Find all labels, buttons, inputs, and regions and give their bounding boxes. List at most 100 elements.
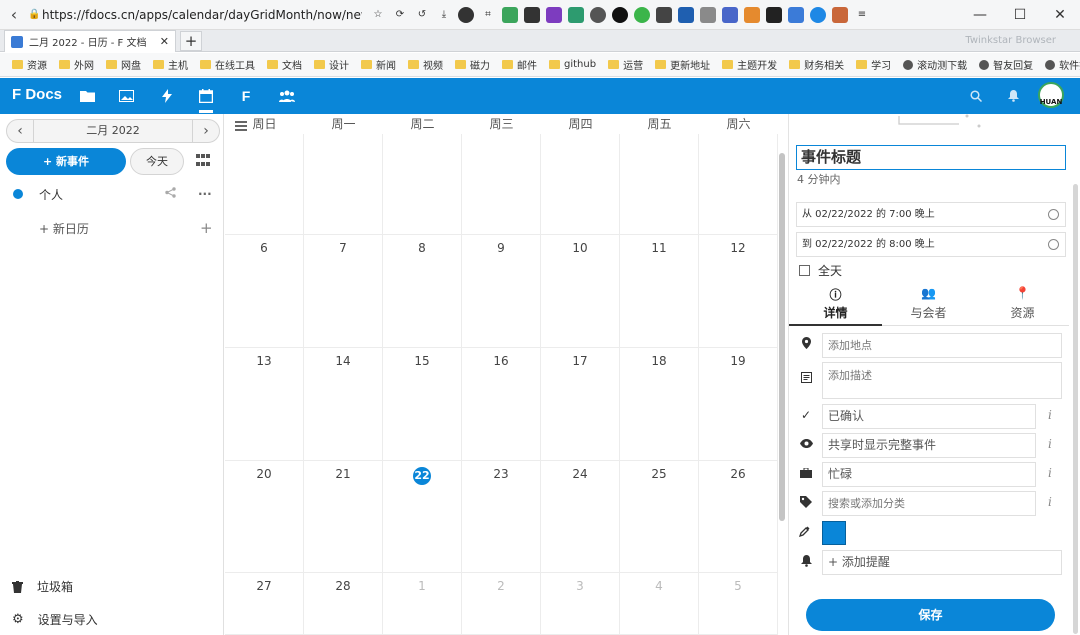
- crop-icon[interactable]: ⌗: [480, 7, 496, 23]
- search-icon[interactable]: [966, 86, 986, 106]
- day-cell[interactable]: 1: [383, 573, 462, 635]
- address-bar[interactable]: https://fdocs.cn/apps/calendar/dayGridMo…: [42, 8, 362, 22]
- day-cell[interactable]: [462, 134, 541, 235]
- notification-bell-icon[interactable]: [1003, 86, 1023, 106]
- day-cell[interactable]: 7: [304, 235, 383, 348]
- all-day-checkbox[interactable]: [799, 265, 810, 276]
- day-cell[interactable]: 23: [462, 461, 541, 573]
- day-cell[interactable]: 19: [699, 348, 778, 461]
- bookmark-item[interactable]: 智友回复: [979, 57, 1033, 72]
- day-cell[interactable]: 21: [304, 461, 383, 573]
- location-input[interactable]: 添加地点: [822, 333, 1062, 358]
- extension-icon[interactable]: [458, 6, 474, 23]
- day-cell[interactable]: 24: [541, 461, 620, 573]
- event-start-datetime[interactable]: 从 02/22/2022 的 7:00 晚上: [796, 202, 1066, 227]
- settings-link[interactable]: ⚙ 设置与导入: [12, 611, 98, 628]
- minimize-icon[interactable]: —: [960, 0, 1000, 30]
- today-button[interactable]: 今天: [130, 148, 184, 175]
- day-cell[interactable]: 22: [383, 461, 462, 573]
- day-cell[interactable]: 5: [699, 573, 778, 635]
- bookmark-item[interactable]: 滚动测下载: [903, 57, 967, 72]
- bookmark-item[interactable]: 文档: [267, 57, 302, 72]
- extension-icon[interactable]: [678, 6, 694, 23]
- status-select[interactable]: 已确认: [822, 404, 1036, 429]
- docs-icon[interactable]: F: [236, 86, 256, 106]
- day-cell[interactable]: 6: [225, 235, 304, 348]
- bookmark-item[interactable]: 新闻: [361, 57, 396, 72]
- save-button[interactable]: 保存: [806, 599, 1055, 631]
- extension-icon[interactable]: [788, 6, 804, 23]
- lightning-icon[interactable]: [157, 86, 177, 106]
- day-cell[interactable]: 28: [304, 573, 383, 635]
- bookmark-item[interactable]: 更新地址: [655, 57, 710, 72]
- extension-icon[interactable]: [546, 6, 562, 23]
- day-cell[interactable]: 20: [225, 461, 304, 573]
- image-icon[interactable]: [116, 86, 136, 106]
- day-cell[interactable]: 15: [383, 348, 462, 461]
- new-calendar-label[interactable]: + 新日历: [39, 220, 89, 237]
- close-tab-icon[interactable]: ✕: [160, 35, 169, 48]
- trash-link[interactable]: 垃圾箱: [12, 578, 73, 595]
- tab-attendees[interactable]: 👥 与会者: [882, 284, 975, 326]
- extension-icon[interactable]: [832, 6, 848, 23]
- bookmark-item[interactable]: 学习: [856, 57, 891, 72]
- day-cell[interactable]: 17: [541, 348, 620, 461]
- all-day-toggle[interactable]: 全天: [799, 262, 842, 279]
- calendar-scrollbar[interactable]: [779, 153, 785, 521]
- month-label[interactable]: 二月 2022: [33, 120, 193, 142]
- event-color-swatch[interactable]: [822, 521, 846, 545]
- extension-icon[interactable]: [722, 6, 738, 23]
- bookmark-item[interactable]: 主机: [153, 57, 188, 72]
- back-icon[interactable]: ‹: [0, 5, 28, 24]
- extension-icon[interactable]: [700, 6, 716, 23]
- undo-icon[interactable]: ↺: [414, 7, 430, 23]
- team-icon[interactable]: [277, 86, 297, 106]
- day-cell[interactable]: [304, 134, 383, 235]
- bookmark-item[interactable]: 软件搜索: [1045, 57, 1080, 72]
- shield-icon[interactable]: [502, 6, 518, 23]
- bookmark-item[interactable]: 主题开发: [722, 57, 777, 72]
- day-cell[interactable]: [225, 134, 304, 235]
- event-title-input[interactable]: 事件标题: [796, 145, 1066, 170]
- prev-month-icon[interactable]: ‹: [7, 123, 33, 139]
- day-cell[interactable]: 2: [462, 573, 541, 635]
- close-icon[interactable]: ✕: [1040, 0, 1080, 30]
- day-cell[interactable]: [541, 134, 620, 235]
- timezone-globe-icon[interactable]: [1048, 239, 1059, 250]
- share-icon[interactable]: [165, 187, 176, 201]
- new-event-button[interactable]: + 新事件: [6, 148, 126, 175]
- star-icon[interactable]: ☆: [370, 7, 386, 23]
- day-cell[interactable]: 27: [225, 573, 304, 635]
- day-cell[interactable]: 9: [462, 235, 541, 348]
- view-grid-icon[interactable]: [196, 154, 210, 168]
- bookmark-item[interactable]: 财务相关: [789, 57, 844, 72]
- visibility-select[interactable]: 共享时显示完整事件: [822, 433, 1036, 458]
- maximize-icon[interactable]: ☐: [1000, 0, 1040, 30]
- day-cell[interactable]: 13: [225, 348, 304, 461]
- day-cell[interactable]: 14: [304, 348, 383, 461]
- bookmark-item[interactable]: 资源: [12, 57, 47, 72]
- add-calendar-icon[interactable]: +: [200, 219, 213, 237]
- timezone-globe-icon[interactable]: [1048, 209, 1059, 220]
- bookmark-item[interactable]: github: [549, 59, 596, 70]
- avatar[interactable]: HUAN: [1038, 82, 1064, 108]
- day-cell[interactable]: 18: [620, 348, 699, 461]
- event-end-datetime[interactable]: 到 02/22/2022 的 8:00 晚上: [796, 232, 1066, 257]
- day-cell[interactable]: [383, 134, 462, 235]
- calendar-color-dot[interactable]: [13, 189, 23, 199]
- bookmark-item[interactable]: 邮件: [502, 57, 537, 72]
- panel-scrollbar[interactable]: [1073, 184, 1078, 634]
- folder-icon[interactable]: [77, 86, 97, 106]
- day-cell[interactable]: 4: [620, 573, 699, 635]
- day-cell[interactable]: 11: [620, 235, 699, 348]
- busy-info-icon[interactable]: i: [1048, 466, 1052, 480]
- bookmark-item[interactable]: 视频: [408, 57, 443, 72]
- bookmark-item[interactable]: 在线工具: [200, 57, 255, 72]
- day-cell[interactable]: 12: [699, 235, 778, 348]
- menu-icon[interactable]: ≡: [854, 7, 870, 23]
- busy-select[interactable]: 忙碌: [822, 462, 1036, 487]
- visibility-info-icon[interactable]: i: [1048, 437, 1052, 451]
- extension-icon[interactable]: [524, 6, 540, 23]
- extension-icon[interactable]: [766, 6, 782, 23]
- category-info-icon[interactable]: i: [1048, 495, 1052, 509]
